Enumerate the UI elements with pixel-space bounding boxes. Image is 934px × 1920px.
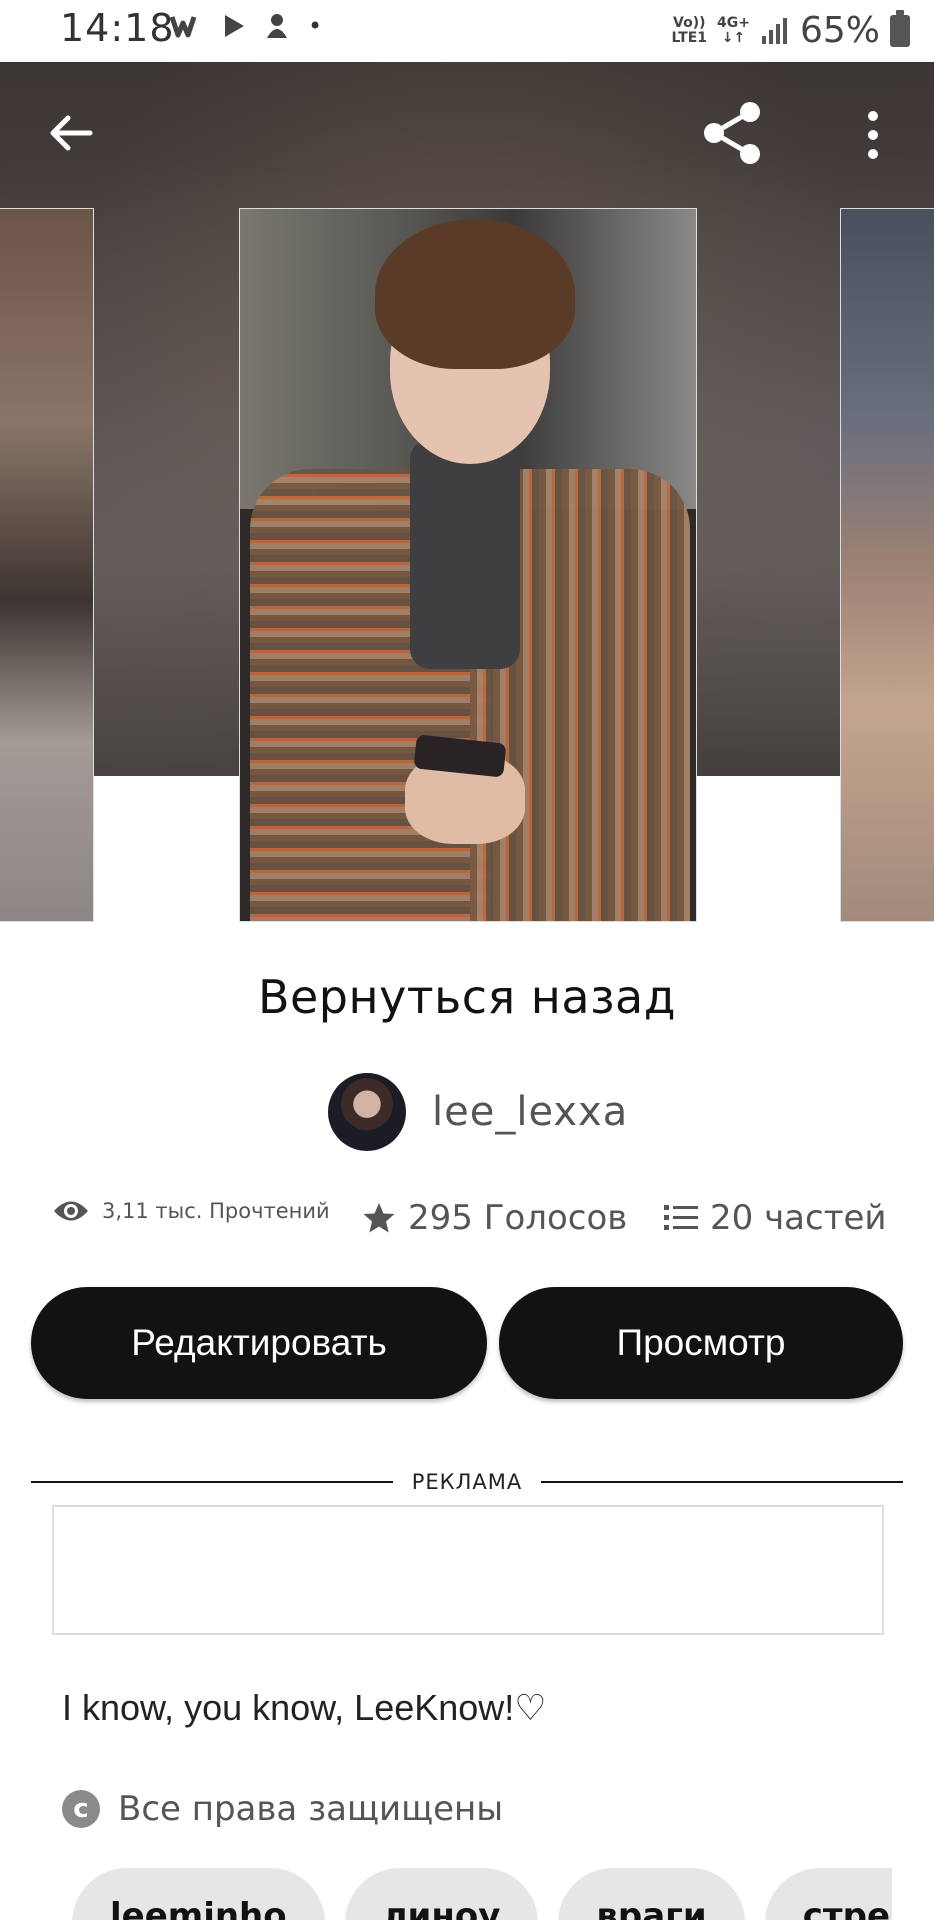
status-time: 14:18 xyxy=(60,6,175,50)
volte-indicator: Vo)) LTE1 xyxy=(671,14,708,46)
more-vertical-icon xyxy=(868,111,878,159)
notification-icons: • xyxy=(170,12,322,40)
share-icon xyxy=(704,102,760,164)
parts-count: 20 частей xyxy=(710,1198,887,1238)
wattpad-notification-icon xyxy=(170,16,197,38)
share-button[interactable] xyxy=(700,100,766,166)
story-stats: 3,11 тыс. Прочтений 295 Голосов 20 часте… xyxy=(52,1198,892,1248)
story-cover-image[interactable] xyxy=(239,208,697,922)
battery-percent: 65% xyxy=(799,10,880,51)
eye-icon xyxy=(54,1201,88,1221)
signal-icon xyxy=(761,17,787,44)
tag-chip[interactable]: враги xyxy=(558,1868,745,1920)
copyright-icon: c xyxy=(62,1790,100,1828)
play-notification-icon xyxy=(225,15,244,37)
votes-stat: 295 Голосов xyxy=(362,1198,627,1238)
tag-list: leeminho линоу враги стрей xyxy=(72,1868,892,1920)
star-icon xyxy=(363,1203,395,1233)
ad-label: РЕКЛАМА xyxy=(411,1470,523,1494)
copyright-info: c Все права защищены xyxy=(62,1789,503,1829)
author-avatar[interactable] xyxy=(328,1073,406,1151)
status-bar: 14:18 • Vo)) LTE1 4G+ ↓↑ 65% xyxy=(0,0,934,62)
reads-stat: 3,11 тыс. Прочтений xyxy=(52,1198,330,1224)
app-notification-icon xyxy=(267,14,287,38)
previous-cover-image[interactable] xyxy=(0,208,94,922)
author-name[interactable]: lee_lexxa xyxy=(432,1089,628,1135)
author-link[interactable]: lee_lexxa xyxy=(328,1073,628,1151)
reads-count: 3,11 тыс. Прочтений xyxy=(102,1199,330,1223)
battery-icon xyxy=(890,9,910,47)
tag-chip[interactable]: линоу xyxy=(344,1868,539,1920)
next-cover-image[interactable] xyxy=(840,208,934,922)
edit-button[interactable]: Редактировать xyxy=(31,1287,487,1399)
more-notifications-dot: • xyxy=(308,12,323,40)
more-options-button[interactable] xyxy=(858,108,888,164)
votes-count: 295 Голосов xyxy=(408,1198,628,1238)
view-button[interactable]: Просмотр xyxy=(499,1287,903,1399)
ad-slot[interactable] xyxy=(52,1505,884,1635)
tag-chip[interactable]: стрей xyxy=(764,1868,892,1920)
copyright-text: Все права защищены xyxy=(118,1789,504,1829)
network-type-indicator: 4G+ ↓↑ xyxy=(717,14,750,46)
back-button[interactable] xyxy=(46,108,96,158)
arrow-left-icon xyxy=(50,115,93,151)
story-description: I know, you know, LeeKnow!♡ xyxy=(62,1687,547,1728)
story-title: Вернуться назад xyxy=(257,970,677,1024)
parts-stat: 20 частей xyxy=(664,1198,887,1238)
tag-chip[interactable]: leeminho xyxy=(72,1868,325,1920)
list-icon xyxy=(664,1205,698,1230)
ad-divider: РЕКЛАМА xyxy=(31,1468,903,1498)
system-status: Vo)) LTE1 4G+ ↓↑ 65% xyxy=(671,9,910,51)
